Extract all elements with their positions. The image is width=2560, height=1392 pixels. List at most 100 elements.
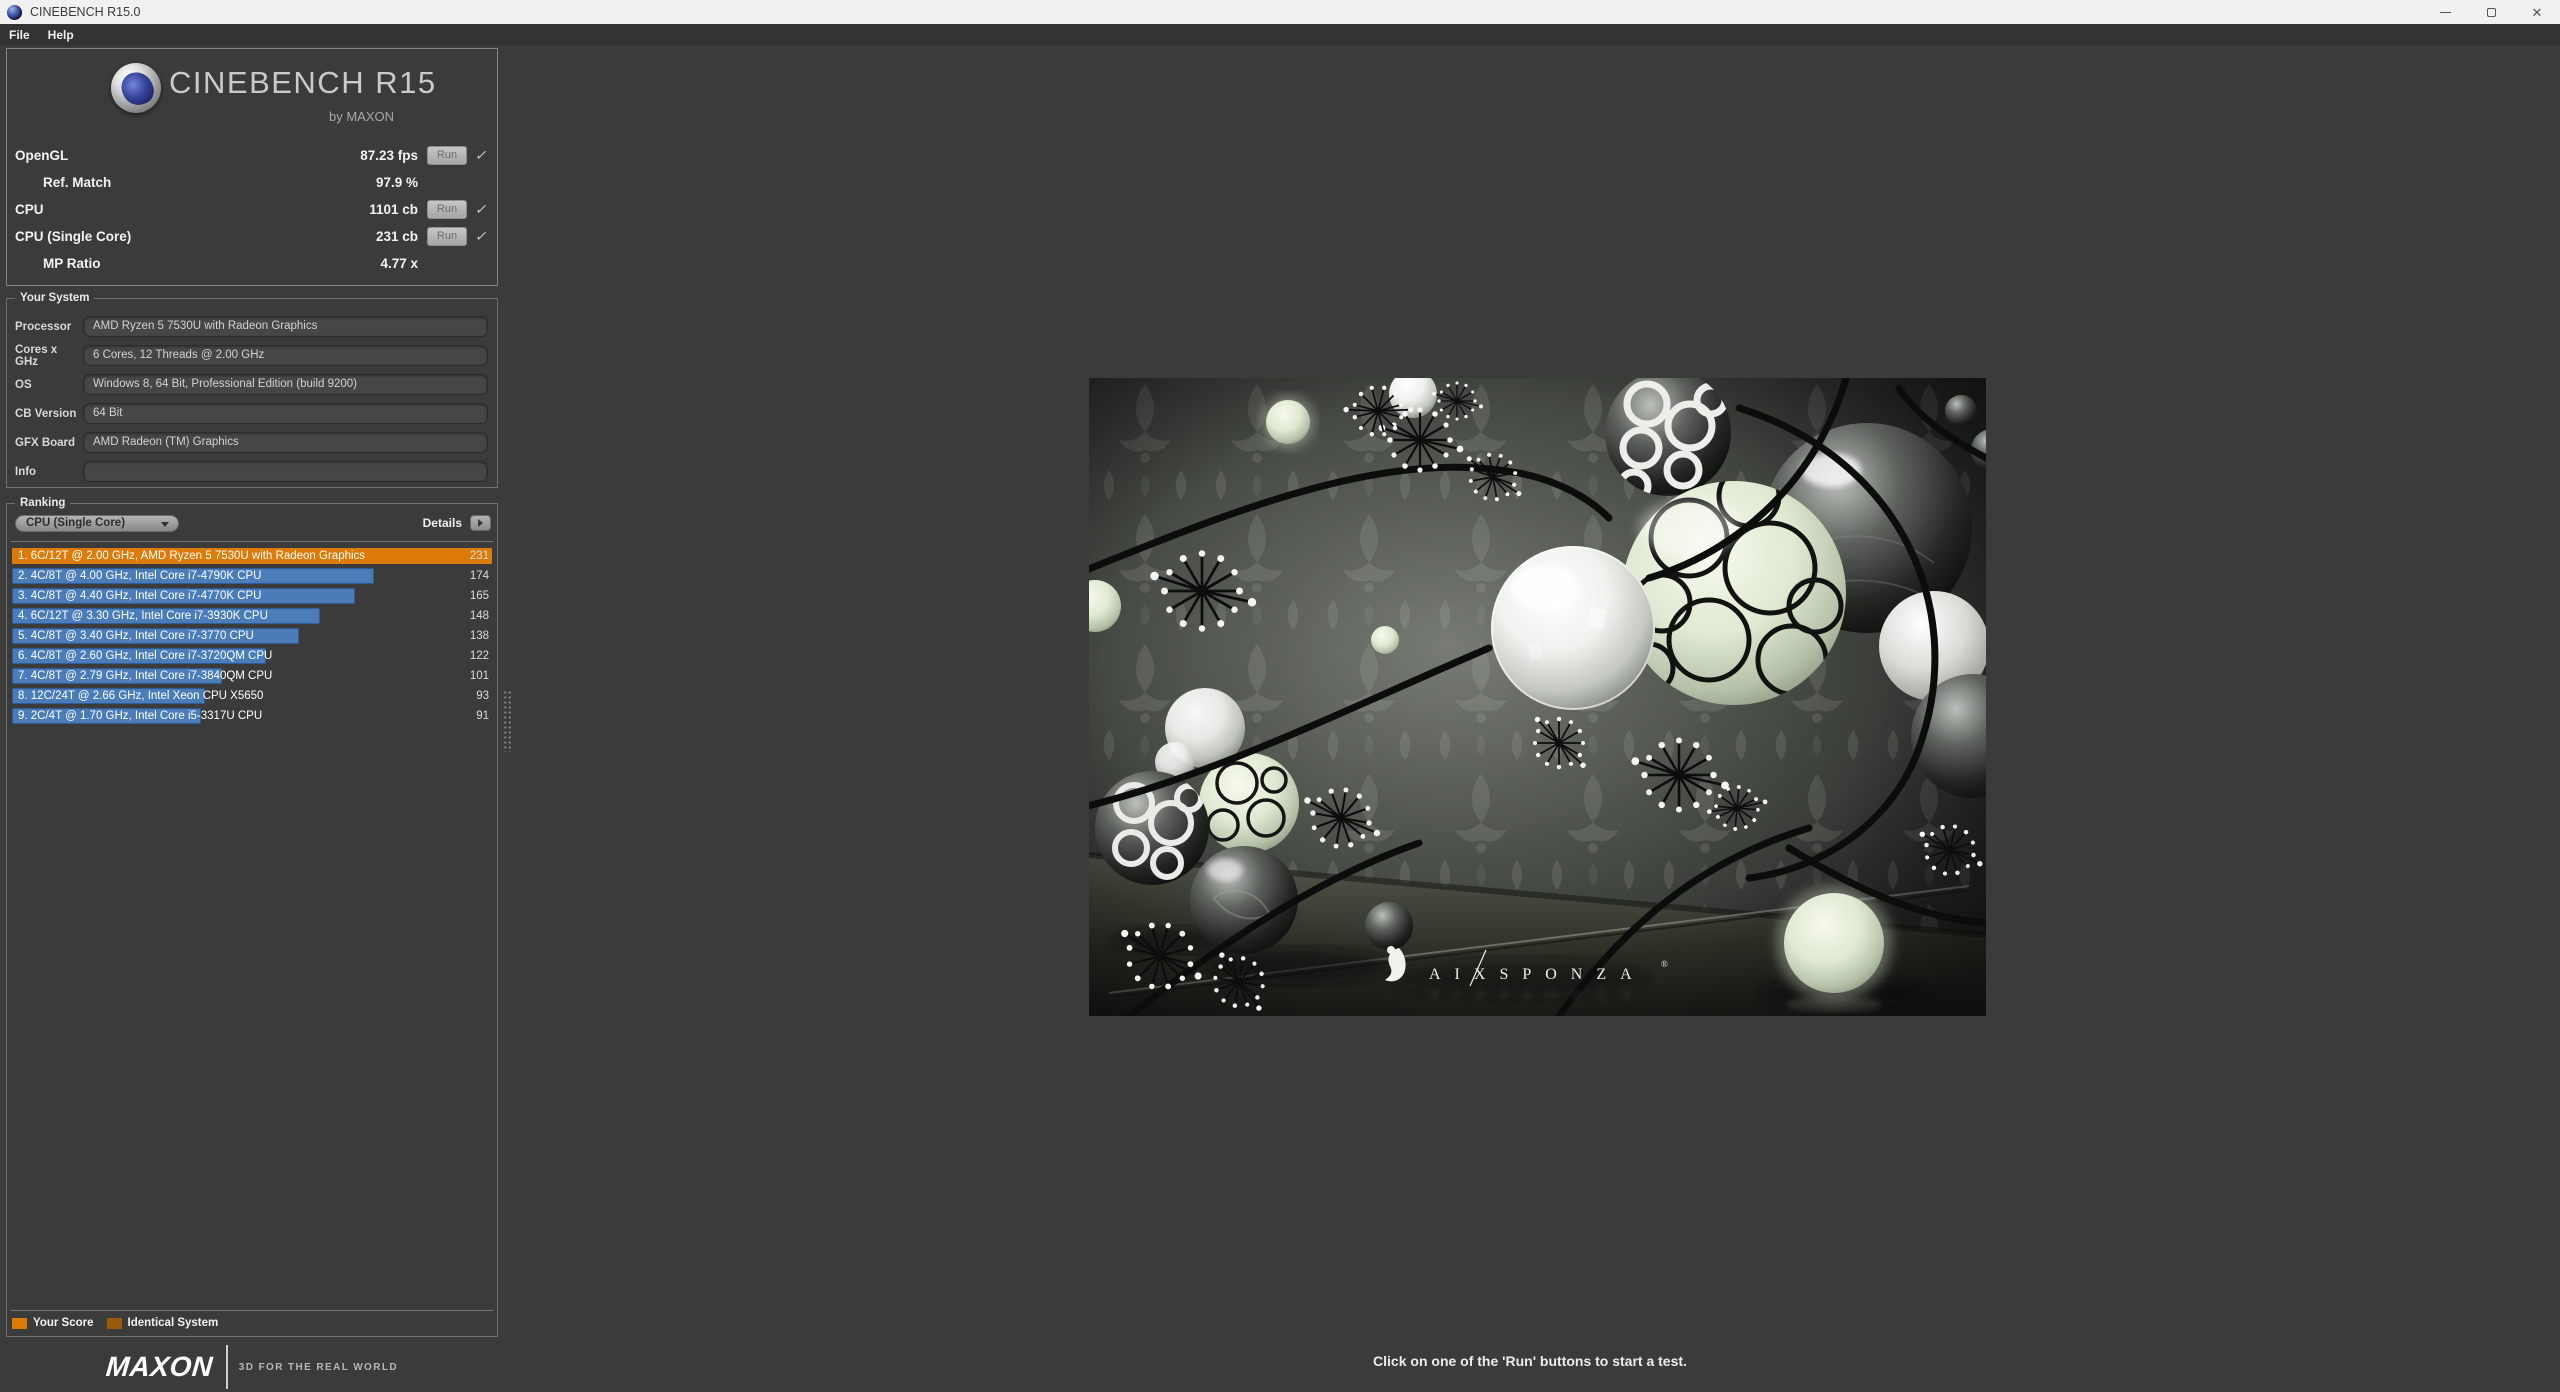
cinema4d-logo-icon xyxy=(111,63,161,113)
maxon-tagline: 3D FOR THE REAL WORLD xyxy=(238,1361,398,1373)
result-value: 231 cb xyxy=(375,228,418,244)
legend-item: Identical System xyxy=(106,1317,219,1329)
system-row: Processor AMD Ryzen 5 7530U with Radeon … xyxy=(15,316,488,337)
system-field-label: Processor xyxy=(15,320,72,333)
system-field-value[interactable]: 64 Bit xyxy=(83,403,488,424)
window-controls: ✕ xyxy=(2422,0,2560,24)
ranking-group: Ranking CPU (Single Core) Details 1. 6C/… xyxy=(6,496,498,1337)
system-row: CB Version 64 Bit xyxy=(15,403,488,424)
ranking-separator xyxy=(11,541,493,542)
ranking-row: 1. 6C/12T @ 2.00 GHz, AMD Ryzen 5 7530U … xyxy=(12,548,492,564)
minimize-icon xyxy=(2439,11,2451,13)
menubar: File Help xyxy=(0,24,2560,46)
result-row: Ref. Match 97.9 % Run ✓ xyxy=(15,172,489,192)
ranking-bar-score: 165 xyxy=(469,590,489,602)
run-button[interactable]: Run xyxy=(427,199,467,219)
ranking-bar-label: 5. 4C/8T @ 3.40 GHz, Intel Core i7-3770 … xyxy=(18,630,254,642)
check-icon: ✓ xyxy=(474,146,487,163)
left-panel: CINEBENCH R15 by MAXON OpenGL 87.23 fps … xyxy=(6,48,500,1392)
ranking-row: 4. 6C/12T @ 3.30 GHz, Intel Core i7-3930… xyxy=(12,608,492,624)
svg-text:®: ® xyxy=(1661,959,1668,969)
system-field-label: Info xyxy=(15,465,37,478)
ranking-bar-label: 4. 6C/12T @ 3.30 GHz, Intel Core i7-3930… xyxy=(18,610,268,622)
result-value: 97.9 % xyxy=(375,174,418,190)
logo-row: CINEBENCH R15 by MAXON xyxy=(7,61,497,133)
legend-label: Your Score xyxy=(33,1317,94,1329)
details-button[interactable] xyxy=(470,515,491,531)
check-icon: ✓ xyxy=(474,200,487,217)
ranking-row: 2. 4C/8T @ 4.00 GHz, Intel Core i7-4790K… xyxy=(12,568,492,584)
ranking-legend: Ranking xyxy=(15,496,71,510)
svg-text:AIXSPONZA: AIXSPONZA xyxy=(1429,966,1646,983)
system-field-label: Cores x GHz xyxy=(15,343,58,368)
system-row: GFX Board AMD Radeon (TM) Graphics xyxy=(15,432,488,453)
ranking-type-value: CPU (Single Core) xyxy=(26,516,126,529)
maxon-footer: MAXON 3D FOR THE REAL WORLD xyxy=(6,1342,498,1392)
close-button[interactable]: ✕ xyxy=(2514,0,2560,24)
your-system-group: Your System Processor AMD Ryzen 5 7530U … xyxy=(6,291,498,488)
system-field-label: GFX Board xyxy=(15,436,76,449)
system-row: OS Windows 8, 64 Bit, Professional Editi… xyxy=(15,374,488,395)
legend-label: Identical System xyxy=(127,1317,219,1329)
result-value: 1101 cb xyxy=(369,201,418,217)
run-button[interactable]: Run xyxy=(427,226,467,246)
restore-button[interactable] xyxy=(2468,0,2514,24)
system-field-value[interactable]: AMD Radeon (TM) Graphics xyxy=(83,432,488,453)
ranking-bar-label: 3. 4C/8T @ 4.40 GHz, Intel Core i7-4770K… xyxy=(18,590,262,602)
result-row: MP Ratio 4.77 x Run ✓ xyxy=(15,253,489,273)
menu-item[interactable]: Help xyxy=(39,24,83,46)
system-field-value[interactable]: Windows 8, 64 Bit, Professional Edition … xyxy=(83,374,488,395)
footer-divider xyxy=(225,1345,228,1389)
result-label: OpenGL xyxy=(15,147,69,163)
ranking-header: CPU (Single Core) Details xyxy=(15,514,491,532)
menu-item[interactable]: File xyxy=(0,24,39,46)
ranking-bar-label: 6. 4C/8T @ 2.60 GHz, Intel Core i7-3720Q… xyxy=(18,650,273,662)
system-row: Cores x GHz 6 Cores, 12 Threads @ 2.00 G… xyxy=(15,343,488,368)
ranking-row: 5. 4C/8T @ 3.40 GHz, Intel Core i7-3770 … xyxy=(12,628,492,644)
system-rows: Processor AMD Ryzen 5 7530U with Radeon … xyxy=(15,316,488,482)
window-title: CINEBENCH R15.0 xyxy=(30,5,141,19)
ranking-bar-score: 148 xyxy=(469,610,489,622)
legend-separator xyxy=(11,1310,493,1311)
system-field-label: CB Version xyxy=(15,407,77,420)
status-message: Click on one of the 'Run' buttons to sta… xyxy=(1373,1353,1687,1369)
ranking-type-dropdown[interactable]: CPU (Single Core) xyxy=(15,514,179,532)
arrow-right-icon xyxy=(478,519,483,527)
ranking-bar-label: 2. 4C/8T @ 4.00 GHz, Intel Core i7-4790K… xyxy=(18,570,262,582)
ranking-bar-score: 91 xyxy=(476,710,489,722)
ranking-bar-score: 122 xyxy=(469,650,489,662)
run-button[interactable]: Run xyxy=(427,145,467,165)
system-field-label: OS xyxy=(15,378,32,391)
ranking-bar-score: 93 xyxy=(476,690,489,702)
close-icon: ✕ xyxy=(2531,4,2543,20)
ranking-row: 7. 4C/8T @ 2.79 GHz, Intel Core i7-3840Q… xyxy=(12,668,492,684)
app-name: CINEBENCH R15 xyxy=(169,65,437,100)
ranking-bar-score: 174 xyxy=(469,570,489,582)
byline: by MAXON xyxy=(328,109,394,124)
ranking-bars: 1. 6C/12T @ 2.00 GHz, AMD Ryzen 5 7530U … xyxy=(12,548,492,728)
ranking-bar-score: 231 xyxy=(469,550,489,562)
details-label: Details xyxy=(422,516,462,530)
minimize-button[interactable] xyxy=(2422,0,2468,24)
maxon-logo: MAXON xyxy=(104,1351,215,1382)
check-icon: ✓ xyxy=(474,227,487,244)
result-label: CPU xyxy=(15,201,44,217)
system-field-value[interactable]: AMD Ryzen 5 7530U with Radeon Graphics xyxy=(83,316,488,337)
results-rows: OpenGL 87.23 fps Run ✓ Ref. Match 97.9 %… xyxy=(15,145,489,273)
result-row: OpenGL 87.23 fps Run ✓ xyxy=(15,145,489,165)
your-system-legend: Your System xyxy=(15,291,95,305)
ranking-bar-label: 9. 2C/4T @ 1.70 GHz, Intel Core i5-3317U… xyxy=(18,710,263,722)
ranking-bar-label: 8. 12C/24T @ 2.66 GHz, Intel Xeon CPU X5… xyxy=(18,690,264,702)
ranking-row: 9. 2C/4T @ 1.70 GHz, Intel Core i5-3317U… xyxy=(12,708,492,724)
legend-swatch xyxy=(106,1317,122,1329)
system-field-value[interactable]: 6 Cores, 12 Threads @ 2.00 GHz xyxy=(83,345,488,366)
system-field-value[interactable] xyxy=(83,461,488,482)
cinebench-window: { "window": { "title": "CINEBENCH R15.0"… xyxy=(0,0,2560,1392)
panel-splitter-grip[interactable] xyxy=(503,690,512,752)
titlebar: CINEBENCH R15.0 ✕ xyxy=(0,0,2560,24)
render-preview-image: AIXSPONZA ® AIXSPONZA xyxy=(1089,378,1986,1016)
ranking-bar-label: 1. 6C/12T @ 2.00 GHz, AMD Ryzen 5 7530U … xyxy=(18,550,366,562)
result-label: CPU (Single Core) xyxy=(15,228,132,244)
result-value: 87.23 fps xyxy=(360,147,418,163)
chevron-down-icon xyxy=(161,521,169,527)
